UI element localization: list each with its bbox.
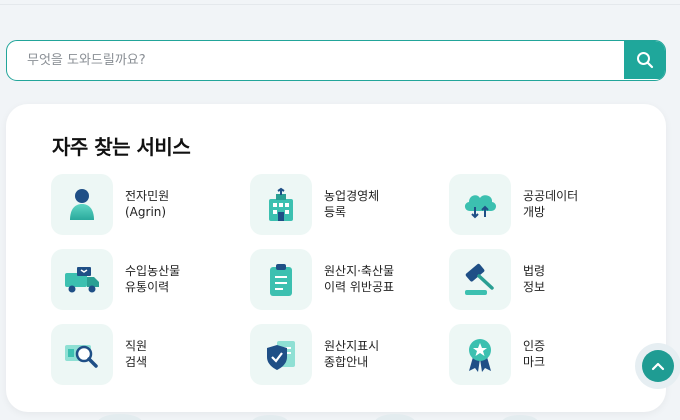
service-icon-box bbox=[449, 174, 511, 235]
search-button[interactable] bbox=[624, 41, 665, 79]
truck-icon bbox=[65, 266, 99, 292]
award-badge-icon bbox=[469, 338, 491, 372]
service-label: 인증 마크 bbox=[523, 339, 546, 369]
service-icon-box bbox=[51, 174, 113, 235]
service-label: 농업경영체 등록 bbox=[324, 189, 380, 219]
service-icon-box bbox=[250, 249, 312, 310]
search-input[interactable] bbox=[7, 41, 625, 79]
service-icon-box bbox=[449, 324, 511, 385]
scroll-to-top-button[interactable] bbox=[635, 343, 680, 389]
search-bar bbox=[6, 40, 666, 81]
frequent-services-card: 자주 찾는 서비스 전자민원 (Agrin) 농업경영체 등록 공공데이터 개방… bbox=[6, 104, 666, 412]
service-label: 원산지·축산물 이력 위반공표 bbox=[324, 264, 395, 294]
service-icon-box bbox=[51, 324, 113, 385]
building-icon bbox=[269, 187, 293, 221]
services-grid: 전자민원 (Agrin) 농업경영체 등록 공공데이터 개방 수입농산물 유통이… bbox=[51, 174, 651, 414]
cloud-icon bbox=[464, 194, 497, 218]
service-label: 법령 정보 bbox=[523, 264, 546, 294]
services-title: 자주 찾는 서비스 bbox=[52, 135, 191, 159]
search-icon bbox=[636, 52, 653, 69]
service-label: 직원 검색 bbox=[125, 339, 148, 369]
service-origin-violation[interactable]: 원산지·축산물 이력 위반공표 bbox=[250, 249, 430, 311]
magnifier-card-icon bbox=[65, 344, 98, 368]
service-certification-mark[interactable]: 인증 마크 bbox=[449, 324, 629, 386]
gavel-icon bbox=[465, 263, 494, 295]
service-staff-search[interactable]: 직원 검색 bbox=[51, 324, 231, 386]
service-label: 수입농산물 유통이력 bbox=[125, 264, 181, 294]
service-origin-guide[interactable]: 원산지표시 종합안내 bbox=[250, 324, 430, 386]
service-label: 공공데이터 개방 bbox=[523, 189, 579, 219]
background-decoration bbox=[98, 414, 538, 420]
clipboard-icon bbox=[270, 263, 292, 296]
service-icon-box bbox=[51, 249, 113, 310]
service-import-traceability[interactable]: 수입농산물 유통이력 bbox=[51, 249, 231, 311]
shield-document-icon bbox=[267, 340, 295, 370]
service-icon-box bbox=[449, 249, 511, 310]
service-open-data[interactable]: 공공데이터 개방 bbox=[449, 174, 629, 236]
service-icon-box bbox=[250, 324, 312, 385]
chevron-up-icon bbox=[651, 362, 665, 371]
service-farm-registration[interactable]: 농업경영체 등록 bbox=[250, 174, 430, 236]
service-legal-info[interactable]: 법령 정보 bbox=[449, 249, 629, 311]
service-label: 전자민원 (Agrin) bbox=[125, 189, 170, 219]
scroll-top-circle bbox=[642, 350, 674, 382]
service-icon-box bbox=[250, 174, 312, 235]
service-label: 원산지표시 종합안내 bbox=[324, 339, 380, 369]
top-divider bbox=[0, 4, 680, 5]
person-icon bbox=[70, 188, 94, 220]
service-e-petition[interactable]: 전자민원 (Agrin) bbox=[51, 174, 231, 236]
